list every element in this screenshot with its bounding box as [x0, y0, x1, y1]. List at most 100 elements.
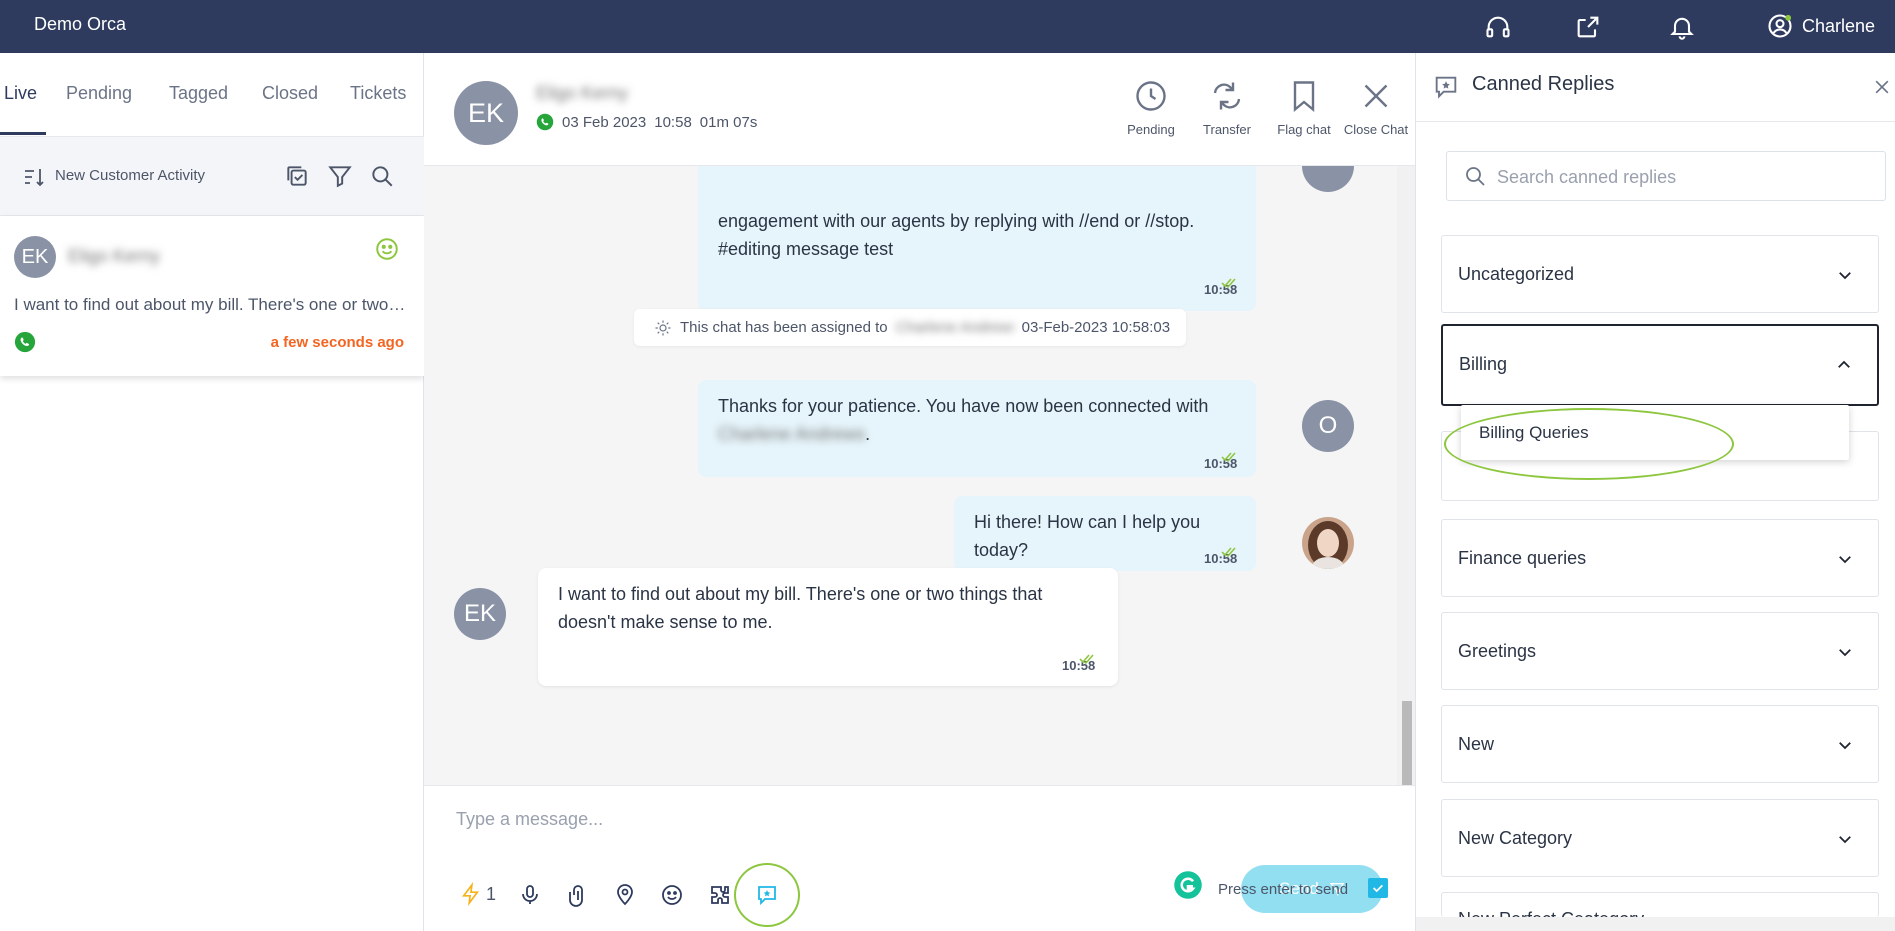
message-text: I want to find out about my bill. There'… — [558, 584, 1043, 604]
category-label: New Category — [1458, 828, 1573, 848]
lightbulb-icon — [655, 320, 671, 335]
category-label: Billing — [1459, 354, 1508, 374]
chevron-down-icon — [1839, 556, 1851, 564]
category-label: Uncategorized — [1458, 264, 1575, 284]
chat-header: EK Eligo Kerny 03 Feb 2023 10:58 01m 07s… — [424, 53, 1415, 166]
read-check-icon — [1079, 654, 1094, 665]
bell-icon[interactable] — [1668, 13, 1696, 41]
search-icon[interactable] — [369, 163, 395, 189]
clock-icon — [1136, 81, 1166, 111]
category-new-perfect-ceategory[interactable]: New Perfect Ceategory — [1441, 892, 1879, 917]
close-icon[interactable] — [1872, 77, 1892, 97]
chat-duration: 01m 07s — [699, 113, 758, 131]
message-outgoing: Hi there! How can I help you today? 10:5… — [954, 496, 1256, 571]
avatar: EK — [454, 588, 506, 640]
category-label: New — [1458, 734, 1495, 754]
attachment-icon[interactable] — [566, 883, 590, 907]
pending-button[interactable]: Pending — [1111, 78, 1191, 137]
avatar: O — [1302, 400, 1354, 452]
press-enter-label: Press enter to send — [1218, 881, 1349, 898]
canned-replies-icon — [1435, 76, 1457, 99]
tab-live[interactable]: Live — [4, 83, 37, 104]
canned-replies-icon[interactable] — [755, 883, 779, 907]
smiley-icon — [376, 238, 398, 260]
system-notice: This chat has been assigned to Charlene … — [634, 309, 1186, 346]
whatsapp-icon — [536, 113, 554, 131]
divider — [1416, 121, 1895, 122]
quick-count: 1 — [486, 883, 497, 904]
tab-pending[interactable]: Pending — [66, 83, 132, 104]
category-new-category[interactable]: New Category — [1441, 799, 1879, 877]
select-all-icon[interactable] — [284, 163, 310, 189]
press-enter-checkbox[interactable] — [1368, 878, 1388, 898]
close-chat-label: Close Chat — [1343, 122, 1409, 137]
system-timestamp: 03-Feb-2023 10:58:03 — [1021, 319, 1171, 336]
app-title: Demo Orca — [34, 14, 127, 34]
message-text: engagement with our agents by replying w… — [718, 211, 1195, 231]
agent-name: Charlene Andrews — [718, 424, 866, 444]
sort-label[interactable]: New Customer Activity — [55, 167, 205, 184]
read-check-icon — [1221, 452, 1236, 463]
chevron-down-icon — [1839, 836, 1851, 844]
transfer-label: Transfer — [1203, 122, 1251, 137]
flag-chat-label: Flag chat — [1277, 122, 1331, 137]
assigned-agent: Charlene Andrews — [895, 319, 1014, 336]
grammarly-icon[interactable] — [1173, 870, 1203, 900]
category-new[interactable]: New — [1441, 705, 1879, 783]
message-outgoing: engagement with our agents by replying w… — [698, 153, 1256, 311]
composer: Send 1 Press enter to send — [424, 785, 1415, 931]
user-menu[interactable]: Charlene — [1766, 12, 1875, 40]
category-billing[interactable]: Billing — [1441, 324, 1879, 406]
category-label: Finance queries — [1458, 548, 1587, 568]
bookmark-icon — [1293, 81, 1315, 113]
chevron-down-icon — [1839, 272, 1851, 280]
category-label: New Perfect Ceategory — [1458, 909, 1644, 917]
system-text: This chat has been assigned to — [680, 319, 888, 336]
message-outgoing: Thanks for your patience. You have now b… — [698, 380, 1256, 477]
close-chat-button[interactable]: Close Chat — [1336, 78, 1416, 137]
chat-meta: 03 Feb 2023 10:58 01m 07s — [536, 113, 757, 131]
pending-label: Pending — [1127, 122, 1175, 137]
category-greetings[interactable]: Greetings — [1441, 612, 1879, 690]
quick-replies-button[interactable]: 1 — [460, 882, 496, 906]
category-uncategorized[interactable]: Uncategorized — [1441, 235, 1879, 313]
filter-icon[interactable] — [327, 163, 353, 189]
top-bar: Demo Orca Charlene — [0, 0, 1895, 53]
sort-icon[interactable] — [22, 165, 46, 189]
location-icon[interactable] — [613, 883, 637, 907]
category-label: Greetings — [1458, 641, 1537, 661]
panel-title: Canned Replies — [1472, 73, 1615, 95]
conversation-preview: I want to find out about my bill. There'… — [14, 295, 406, 314]
headset-icon[interactable] — [1484, 13, 1512, 41]
conversation-time: a few seconds ago — [270, 334, 404, 351]
canned-item-label: Billing Queries — [1479, 423, 1589, 442]
panel-horizontal-scrollbar[interactable] — [1416, 917, 1895, 931]
inbox-tabs: Live Pending Tagged Closed Tickets — [0, 53, 424, 136]
chat-time: 10:58 — [654, 113, 692, 131]
inbox-panel: Live Pending Tagged Closed Tickets New C… — [0, 53, 424, 931]
conversation-item[interactable]: EK Eligo Kerny I want to find out about … — [0, 216, 424, 376]
transfer-button[interactable]: Transfer — [1187, 78, 1267, 137]
category-finance-queries[interactable]: Finance queries — [1441, 519, 1879, 597]
message-input[interactable] — [456, 804, 976, 834]
emoji-icon[interactable] — [660, 883, 684, 907]
tab-tickets[interactable]: Tickets — [350, 83, 406, 104]
share-icon[interactable] — [1574, 13, 1602, 41]
contact-name: Eligo Kerny — [536, 83, 629, 103]
avatar: EK — [14, 236, 56, 278]
chat-scrollbar[interactable] — [1397, 166, 1415, 829]
avatar — [1302, 166, 1354, 192]
tab-closed[interactable]: Closed — [262, 83, 318, 104]
avatar: EK — [454, 81, 518, 145]
message-incoming: I want to find out about my bill. There'… — [538, 568, 1118, 686]
tab-tagged[interactable]: Tagged — [169, 83, 228, 104]
chevron-up-icon — [1838, 360, 1850, 368]
microphone-icon[interactable] — [518, 883, 542, 907]
plugin-icon[interactable] — [708, 883, 732, 907]
canned-item-billing-queries[interactable]: Billing Queries — [1461, 405, 1849, 460]
chevron-down-icon — [1839, 742, 1851, 750]
canned-search-input[interactable] — [1497, 164, 1867, 190]
canned-search — [1446, 151, 1886, 201]
flag-chat-button[interactable]: Flag chat — [1264, 78, 1344, 137]
read-check-icon — [1221, 547, 1236, 558]
